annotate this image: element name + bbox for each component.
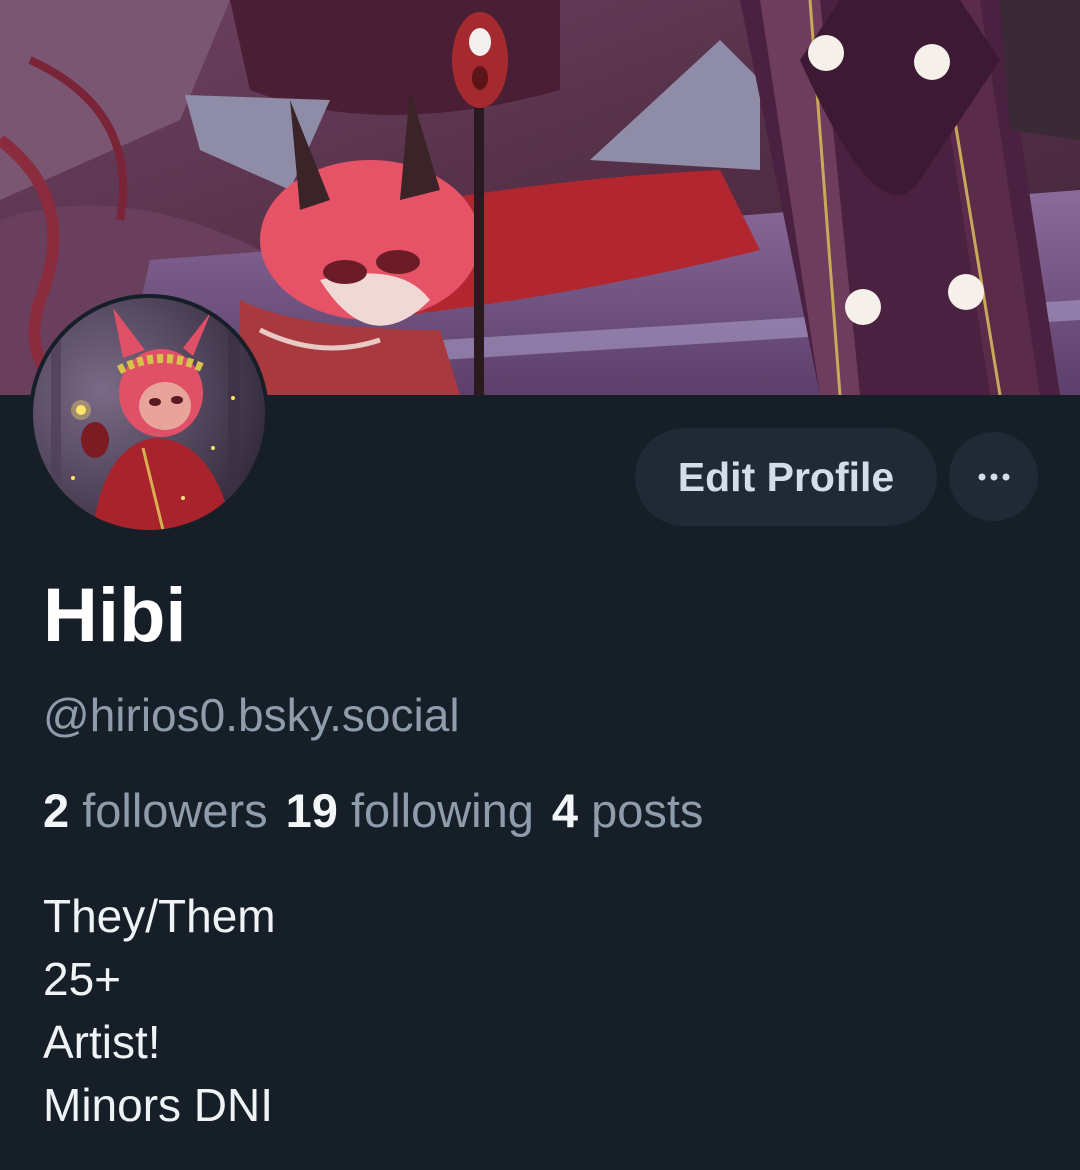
display-name: Hibi xyxy=(43,573,187,658)
posts-count: 4 xyxy=(551,784,579,837)
followers-link[interactable]: 2 followers xyxy=(43,784,268,837)
bio-line: 25+ xyxy=(43,953,122,1005)
profile-handle: @hirios0.bsky.social xyxy=(43,689,460,741)
edit-profile-button[interactable]: Edit Profile xyxy=(635,428,937,526)
avatar[interactable] xyxy=(29,294,269,534)
following-label: following xyxy=(351,784,534,837)
profile-stats: 2 followers 19 following 4 posts xyxy=(43,787,721,834)
avatar-illustration xyxy=(33,298,265,530)
edit-profile-label: Edit Profile xyxy=(677,453,895,500)
profile-bio: They/Them 25+ Artist! Minors DNI xyxy=(43,885,276,1137)
bio-line: They/Them xyxy=(43,890,276,942)
following-count: 19 xyxy=(285,784,338,837)
followers-count: 2 xyxy=(43,784,70,837)
bio-line: Minors DNI xyxy=(43,1079,274,1131)
posts-stat: 4 posts xyxy=(552,784,704,837)
ellipsis-horizontal-icon xyxy=(978,473,1009,480)
followers-label: followers xyxy=(82,784,268,837)
more-options-button[interactable] xyxy=(949,432,1038,521)
bio-line: Artist! xyxy=(43,1016,161,1068)
following-link[interactable]: 19 following xyxy=(286,784,534,837)
profile-screen: Edit Profile Hibi @hirios0.bsky.social 2… xyxy=(0,0,1080,1170)
posts-label: posts xyxy=(591,784,704,837)
